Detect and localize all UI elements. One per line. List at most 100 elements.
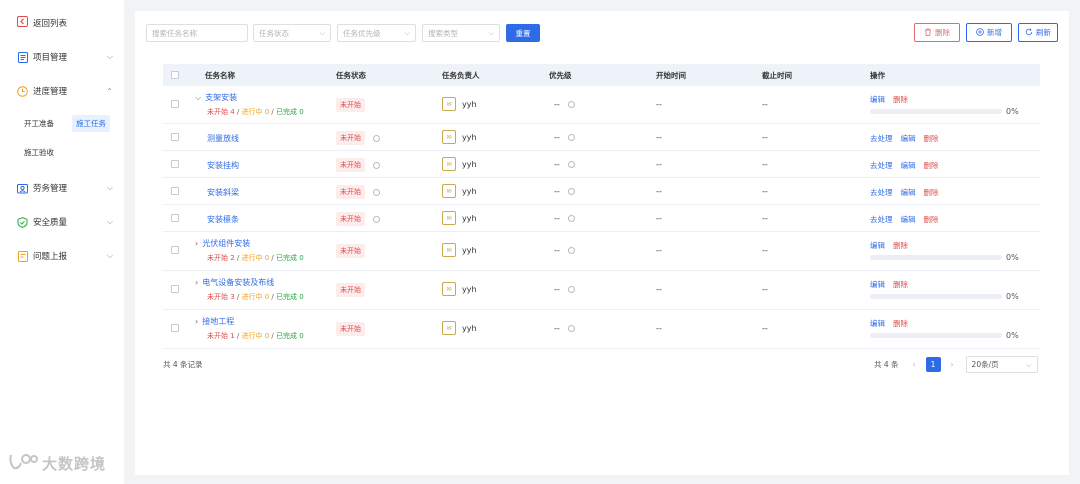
chevron-down-icon[interactable]: ⌵ [195, 93, 201, 103]
delete-button[interactable]: 删除 [914, 23, 960, 42]
status-circle-icon[interactable] [373, 215, 380, 223]
done-count: 已完成 0 [276, 254, 304, 262]
status-circle-icon[interactable] [373, 134, 380, 142]
start-time: -- [656, 324, 662, 333]
sidebar-item-project[interactable]: 项目管理 ⌵ [17, 51, 113, 63]
task-type-select[interactable]: 搜索类型 ⌵ [422, 24, 500, 42]
delete-link[interactable]: 删除 [924, 187, 939, 198]
sidebar-item-labor[interactable]: 劳务管理 ⌵ [17, 182, 113, 194]
row-checkbox[interactable] [171, 133, 179, 141]
sidebar-item-safety[interactable]: 安全质量 ⌵ [17, 216, 113, 228]
process-link[interactable]: 去处理 [870, 160, 893, 171]
delete-link[interactable]: 删除 [924, 160, 939, 171]
progress-track [870, 255, 1002, 260]
chevron-right-icon[interactable]: › [195, 317, 198, 326]
table-row: › 电气设备安装及布线 未开始 3 / 进行中 0 / 已完成 0 未开始 ✉ y… [163, 271, 1040, 310]
row-checkbox[interactable] [171, 187, 179, 195]
task-name-search-input[interactable]: 搜索任务名称 [146, 24, 248, 42]
priority-circle-icon[interactable] [567, 188, 575, 195]
reset-button[interactable]: 重置 [506, 24, 540, 42]
page-number-button[interactable]: 1 [925, 357, 941, 372]
prev-page-icon[interactable]: ‹ [913, 360, 916, 369]
header-priority: 优先级 [549, 71, 572, 80]
task-name-link[interactable]: 安装挂构 [207, 160, 239, 171]
task-name-link[interactable]: 安装斜梁 [207, 187, 239, 198]
task-table: 任务名称 任务状态 任务负责人 优先级 开始时间 截止时间 操作 ⌵ 支架安装 … [163, 64, 1040, 349]
delete-link[interactable]: 删除 [924, 133, 939, 144]
priority-circle-icon[interactable] [567, 134, 575, 141]
progress-track [870, 294, 1002, 299]
end-time: -- [762, 160, 768, 169]
owner-name: yyh [462, 284, 477, 294]
status-circle-icon[interactable] [373, 188, 380, 196]
priority-value: -- [554, 187, 560, 196]
priority-circle-icon[interactable] [567, 286, 575, 293]
sidebar-item-progress[interactable]: 进度管理 ⌃ [17, 85, 113, 97]
edit-link[interactable]: 编辑 [870, 318, 885, 329]
chevron-up-icon: ⌃ [106, 86, 113, 96]
add-button[interactable]: 新增 [966, 23, 1012, 42]
process-link[interactable]: 去处理 [870, 214, 893, 225]
end-time: -- [762, 187, 768, 196]
task-name-link[interactable]: 安装檩条 [207, 214, 239, 225]
task-priority-select[interactable]: 任务优先级 ⌵ [337, 24, 416, 42]
priority-value: -- [554, 160, 560, 169]
progress-percent: 0% [1006, 292, 1019, 301]
task-name-placeholder: 搜索任务名称 [152, 28, 197, 38]
edit-link[interactable]: 编辑 [870, 279, 885, 290]
edit-link[interactable]: 编辑 [901, 187, 916, 198]
table-header: 任务名称 任务状态 任务负责人 优先级 开始时间 截止时间 操作 [163, 64, 1040, 86]
start-time: -- [656, 133, 662, 142]
row-checkbox[interactable] [171, 100, 179, 108]
priority-circle-icon[interactable] [567, 247, 575, 254]
priority-circle-icon[interactable] [567, 101, 575, 108]
table-row: 安装斜梁 未开始 ✉ yyh -- -- -- 去处理 编辑 删除 [163, 178, 1040, 205]
chevron-right-icon[interactable]: › [195, 278, 198, 287]
task-name-link[interactable]: 支架安装 [205, 92, 237, 103]
status-circle-icon[interactable] [373, 161, 380, 169]
priority-circle-icon[interactable] [567, 325, 575, 332]
delete-link[interactable]: 删除 [893, 279, 908, 290]
back-to-list-link[interactable]: 返回列表 [17, 16, 67, 30]
task-name-link[interactable]: 接地工程 [202, 316, 234, 327]
status-badge: 未开始 [336, 244, 365, 258]
task-name-link[interactable]: 电气设备安装及布线 [202, 277, 274, 288]
progress-track [870, 333, 1002, 338]
edit-link[interactable]: 编辑 [870, 240, 885, 251]
process-link[interactable]: 去处理 [870, 133, 893, 144]
sub-item-start-prep[interactable]: 开工准备 [24, 118, 54, 129]
delete-link[interactable]: 删除 [924, 214, 939, 225]
process-link[interactable]: 去处理 [870, 187, 893, 198]
status-badge: 未开始 [336, 212, 365, 226]
row-checkbox[interactable] [171, 160, 179, 168]
avatar: ✉ [442, 282, 456, 296]
select-all-checkbox[interactable] [171, 71, 179, 79]
sidebar-item-report[interactable]: 问题上报 ⌵ [17, 250, 113, 262]
row-checkbox[interactable] [171, 214, 179, 222]
delete-link[interactable]: 删除 [893, 240, 908, 251]
edit-link[interactable]: 编辑 [870, 94, 885, 105]
edit-link[interactable]: 编辑 [901, 214, 916, 225]
sub-item-acceptance[interactable]: 施工验收 [24, 147, 54, 158]
sidebar-item-label: 问题上报 [33, 252, 68, 262]
next-page-icon[interactable]: › [951, 360, 954, 369]
row-checkbox[interactable] [171, 285, 179, 293]
edit-link[interactable]: 编辑 [901, 133, 916, 144]
sub-item-construction-task[interactable]: 施工任务 [72, 115, 110, 132]
page-size-select[interactable]: 20条/页 ⌵ [965, 356, 1038, 373]
task-name-link[interactable]: 光伏组件安装 [202, 238, 250, 249]
task-name-link[interactable]: 测量放线 [207, 133, 239, 144]
row-checkbox[interactable] [171, 246, 179, 254]
delete-link[interactable]: 删除 [893, 318, 908, 329]
task-status-select[interactable]: 任务状态 ⌵ [253, 24, 331, 42]
chevron-right-icon[interactable]: › [195, 239, 198, 248]
row-checkbox[interactable] [171, 324, 179, 332]
edit-link[interactable]: 编辑 [901, 160, 916, 171]
end-time: -- [762, 246, 768, 255]
table-row: 安装檩条 未开始 ✉ yyh -- -- -- 去处理 编辑 删除 [163, 205, 1040, 232]
priority-circle-icon[interactable] [567, 215, 575, 222]
priority-circle-icon[interactable] [567, 161, 575, 168]
record-count: 共 4 条记录 [163, 360, 203, 369]
delete-link[interactable]: 删除 [893, 94, 908, 105]
refresh-button[interactable]: 刷新 [1018, 23, 1058, 42]
